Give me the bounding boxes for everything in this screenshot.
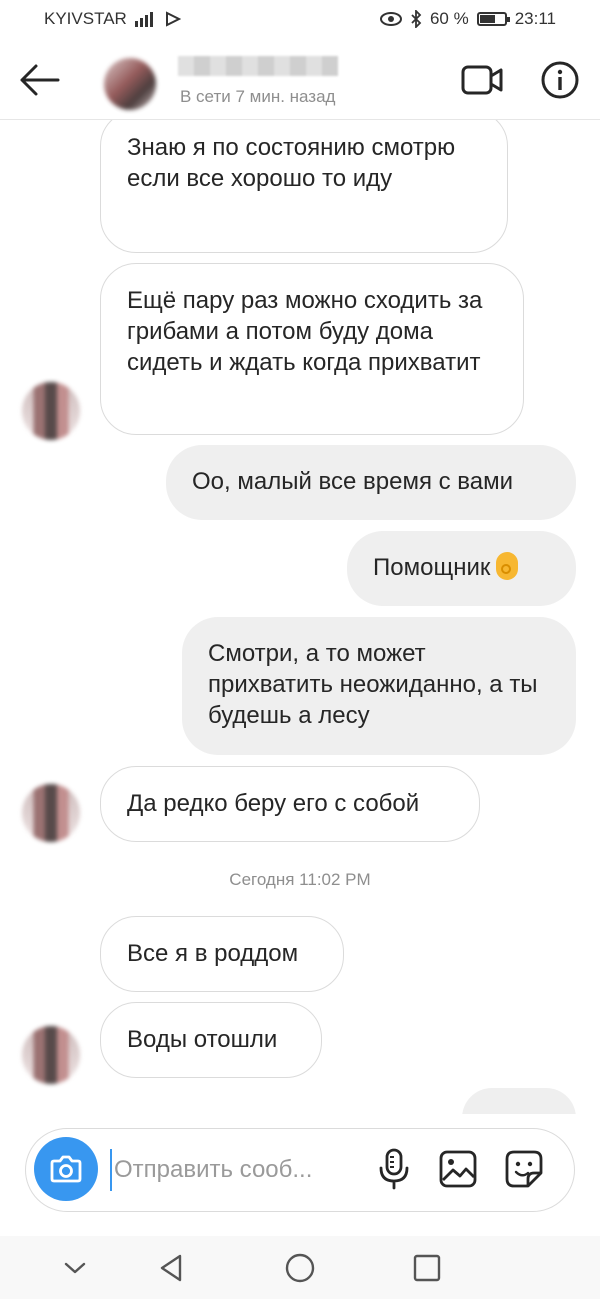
message-outgoing-partial[interactable] bbox=[462, 1088, 576, 1114]
gallery-button[interactable] bbox=[438, 1149, 478, 1189]
signal-icon bbox=[134, 12, 153, 27]
system-navigation-bar bbox=[0, 1236, 600, 1299]
contact-status: В сети 7 мин. назад bbox=[180, 87, 336, 106]
message-text: Знаю я по состоянию смотрю если все хоро… bbox=[127, 134, 456, 192]
sender-avatar[interactable] bbox=[22, 784, 80, 842]
back-arrow-icon bbox=[20, 64, 60, 96]
info-icon bbox=[541, 61, 579, 99]
date-divider: Сегодня 11:02 PM bbox=[229, 870, 371, 889]
sticker-button[interactable] bbox=[504, 1149, 544, 1189]
message-incoming[interactable]: Ещё пару раз можно сходить за грибами а … bbox=[100, 263, 524, 435]
message-thread[interactable]: Знаю я по состоянию смотрю если все хоро… bbox=[0, 120, 600, 1114]
bluetooth-icon bbox=[411, 10, 422, 28]
status-left: KYIVSTAR bbox=[44, 9, 181, 29]
microphone-button[interactable] bbox=[374, 1147, 414, 1191]
message-outgoing[interactable]: Смотри, а то может прихватить неожиданно… bbox=[182, 617, 576, 755]
message-incoming[interactable]: Да редко беру его с собой bbox=[100, 766, 480, 842]
eye-icon bbox=[379, 12, 402, 26]
back-button[interactable] bbox=[18, 60, 62, 100]
triangle-back-icon bbox=[160, 1254, 182, 1282]
message-outgoing[interactable]: Оо, малый все время с вами bbox=[166, 445, 576, 520]
message-text: Смотри, а то может прихватить неожиданно… bbox=[208, 640, 538, 729]
status-bar: KYIVSTAR 60 % 23:11 bbox=[0, 0, 600, 40]
video-call-button[interactable] bbox=[460, 62, 504, 98]
camera-icon bbox=[50, 1155, 82, 1183]
message-incoming[interactable]: Знаю я по состоянию смотрю если все хоро… bbox=[100, 120, 508, 253]
data-arrow-icon bbox=[165, 11, 181, 27]
camera-button[interactable] bbox=[34, 1137, 98, 1201]
contact-name-redacted[interactable] bbox=[178, 56, 338, 76]
clock: 23:11 bbox=[514, 9, 556, 28]
message-text: Да редко беру его с собой bbox=[127, 790, 420, 817]
microphone-icon bbox=[379, 1148, 409, 1190]
battery-percent: 60 % bbox=[429, 9, 469, 28]
square-recents-icon bbox=[413, 1254, 441, 1282]
hide-keyboard-button[interactable] bbox=[57, 1250, 93, 1286]
message-text: Воды отошли bbox=[127, 1026, 278, 1053]
status-right: 60 % 23:11 bbox=[379, 9, 556, 29]
nav-home-button[interactable] bbox=[282, 1250, 318, 1286]
message-text: Все я в роддом bbox=[127, 940, 299, 967]
video-call-icon bbox=[461, 65, 503, 95]
message-composer bbox=[25, 1128, 575, 1212]
chevron-down-icon bbox=[64, 1262, 86, 1274]
sticker-icon bbox=[505, 1150, 543, 1188]
ok-hand-emoji bbox=[496, 552, 519, 580]
message-incoming[interactable]: Все я в роддом bbox=[100, 916, 344, 992]
nav-recents-button[interactable] bbox=[409, 1250, 445, 1286]
sender-avatar[interactable] bbox=[22, 382, 80, 440]
gallery-icon bbox=[439, 1150, 477, 1188]
nav-back-button[interactable] bbox=[154, 1250, 190, 1286]
message-text: Оо, малый все время с вами bbox=[192, 468, 514, 495]
contact-avatar[interactable] bbox=[104, 58, 156, 110]
battery-icon bbox=[476, 12, 510, 26]
message-input[interactable] bbox=[110, 1149, 356, 1191]
sender-avatar[interactable] bbox=[22, 1026, 80, 1084]
message-text: Помощник bbox=[373, 554, 491, 581]
circle-home-icon bbox=[285, 1253, 315, 1283]
message-outgoing[interactable]: Помощник bbox=[347, 531, 576, 606]
message-incoming[interactable]: Воды отошли bbox=[100, 1002, 322, 1078]
chat-header: В сети 7 мин. назад bbox=[0, 40, 600, 120]
message-text: Ещё пару раз можно сходить за грибами а … bbox=[127, 287, 483, 376]
info-button[interactable] bbox=[538, 58, 582, 102]
carrier-label: KYIVSTAR bbox=[44, 9, 127, 28]
